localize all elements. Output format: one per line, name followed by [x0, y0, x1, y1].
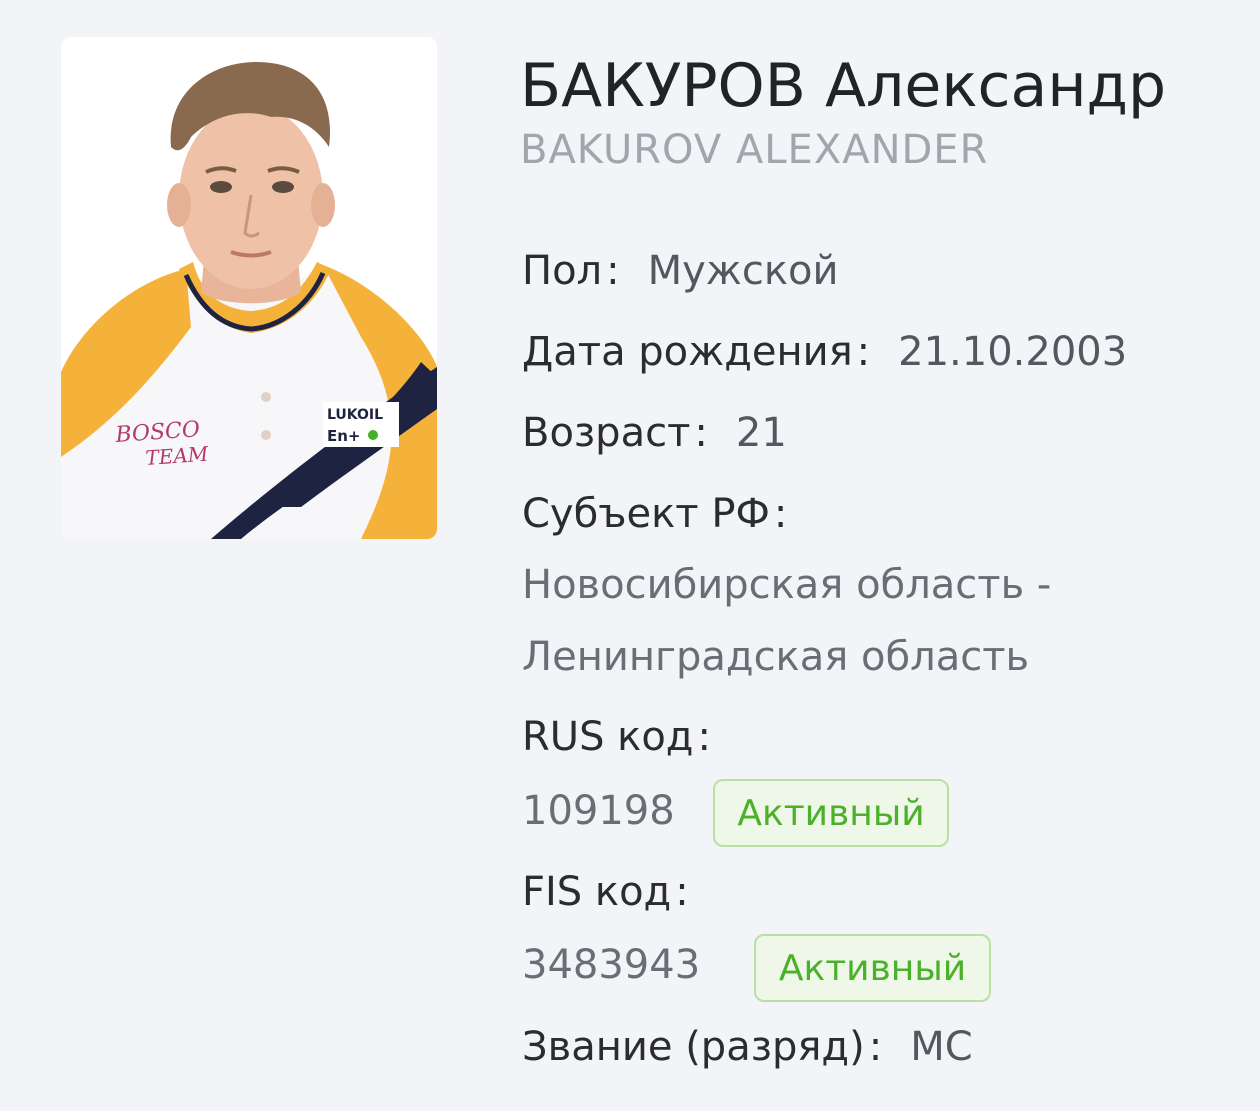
- fis-code-row: FIS код:: [522, 867, 697, 917]
- fis-code-label: FIS код: [522, 869, 672, 915]
- gender-colon: :: [606, 248, 620, 294]
- birth-colon: :: [856, 329, 871, 375]
- region-value-line-2: Ленинградская область: [522, 634, 1030, 680]
- gender-row: Пол: Мужской: [522, 246, 838, 296]
- rank-value: МС: [910, 1024, 973, 1070]
- birth-label: Дата рождения: [522, 329, 853, 375]
- region-row: Субъект РФ:: [522, 489, 795, 539]
- athlete-name-en: BAKUROV ALEXANDER: [520, 127, 989, 173]
- fis-status-badge: Активный: [754, 934, 991, 1002]
- rus-status-badge: Активный: [713, 779, 949, 847]
- fis-code-colon: :: [675, 869, 689, 915]
- age-colon: :: [694, 410, 708, 456]
- region-value-line-1: Новосибирская область -: [522, 562, 1052, 608]
- gender-label: Пол: [522, 248, 603, 294]
- rus-code-row: RUS код:: [522, 712, 719, 762]
- rank-row: Звание (разряд): МС: [522, 1022, 973, 1072]
- athlete-header: БАКУРОВ Александр BAKUROV ALEXANDER: [520, 48, 1240, 177]
- rus-code-value: 109198: [522, 788, 675, 834]
- shirt-logo-lukoil: LUKOIL: [327, 407, 383, 423]
- shirt-logo-team: TEAM: [145, 442, 210, 470]
- rank-label: Звание (разряд): [522, 1024, 865, 1070]
- gender-value: Мужской: [647, 248, 839, 294]
- birth-row: Дата рождения:21.10.2003: [522, 327, 1127, 377]
- athlete-photo: BOSCO TEAM LUKOIL En+: [61, 37, 437, 539]
- region-label: Субъект РФ: [522, 491, 770, 537]
- rank-colon: :: [868, 1024, 883, 1070]
- region-colon: :: [773, 491, 788, 537]
- rus-code-colon: :: [697, 714, 711, 760]
- age-label: Возраст: [522, 410, 691, 456]
- age-value: 21: [735, 410, 787, 456]
- rus-code-label: RUS код: [522, 714, 694, 760]
- fis-code-value: 3483943: [522, 942, 701, 988]
- athlete-name-ru: БАКУРОВ Александр: [520, 51, 1167, 121]
- shirt-logo-enplus: En+: [327, 427, 361, 445]
- birth-value: 21.10.2003: [898, 329, 1128, 375]
- age-row: Возраст:21: [522, 408, 787, 458]
